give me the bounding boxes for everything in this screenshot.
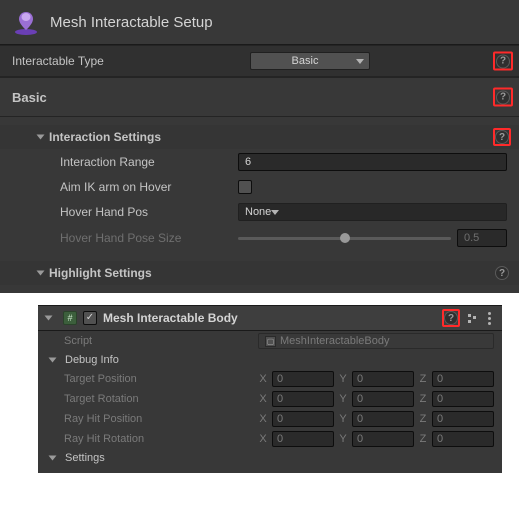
axis-z-label: Z <box>418 413 428 425</box>
foldout-arrow-icon <box>49 358 57 363</box>
help-button[interactable]: ? <box>493 128 511 146</box>
basic-section-title: Basic <box>12 90 47 105</box>
field-label: Ray Hit Rotation <box>64 433 252 445</box>
foldout-arrow-icon <box>37 271 45 276</box>
field-label: Ray Hit Position <box>64 413 252 425</box>
inspector-header: Mesh Interactable Setup <box>0 0 519 45</box>
axis-z-input[interactable]: 0 <box>432 411 494 427</box>
axis-x-input[interactable]: 0 <box>272 411 334 427</box>
axis-y-input[interactable]: 0 <box>352 411 414 427</box>
debug-info-foldout[interactable]: Debug Info <box>38 351 502 369</box>
script-reference-field: ▢ MeshInteractableBody <box>258 333 494 349</box>
aim-ik-label: Aim IK arm on Hover <box>60 180 171 194</box>
hover-pose-size-value[interactable]: 0.5 <box>457 229 507 247</box>
field-label: Target Rotation <box>64 393 252 405</box>
axis-y-label: Y <box>338 433 348 445</box>
interaction-range-label: Interaction Range <box>60 155 155 169</box>
axis-z-label: Z <box>418 433 428 445</box>
axis-y-input[interactable]: 0 <box>352 431 414 447</box>
axis-x-label: X <box>258 413 268 425</box>
script-label: Script <box>64 335 252 347</box>
axis-y-input[interactable]: 0 <box>352 391 414 407</box>
axis-z-input[interactable]: 0 <box>432 431 494 447</box>
mesh-logo-icon <box>12 8 40 36</box>
axis-x-input[interactable]: 0 <box>272 371 334 387</box>
axis-x-label: X <box>258 393 268 405</box>
interactable-type-dropdown[interactable]: Basic <box>250 52 370 70</box>
axis-x-input[interactable]: 0 <box>272 431 334 447</box>
interaction-settings-foldout[interactable]: Interaction Settings ? <box>0 125 519 149</box>
hover-pose-size-slider[interactable] <box>238 237 451 240</box>
foldout-arrow-icon <box>37 135 45 140</box>
hover-pose-size-label: Hover Hand Pose Size <box>60 231 181 245</box>
help-button[interactable]: ? <box>495 266 509 280</box>
hover-hand-pos-label: Hover Hand Pos <box>60 205 148 219</box>
component-title: Mesh Interactable Body <box>103 311 238 325</box>
axis-y-label: Y <box>338 373 348 385</box>
highlight-settings-foldout[interactable]: Highlight Settings ? <box>0 261 519 285</box>
foldout-arrow-icon <box>49 456 57 461</box>
preset-icon[interactable] <box>466 312 478 324</box>
help-button[interactable]: ? <box>493 88 513 107</box>
axis-z-label: Z <box>418 393 428 405</box>
vector3-row: Target RotationX0Y0Z0 <box>38 389 502 409</box>
axis-y-label: Y <box>338 413 348 425</box>
axis-x-label: X <box>258 373 268 385</box>
axis-z-input[interactable]: 0 <box>432 371 494 387</box>
help-button[interactable]: ? <box>442 309 460 327</box>
vector3-row: Ray Hit PositionX0Y0Z0 <box>38 409 502 429</box>
axis-x-input[interactable]: 0 <box>272 391 334 407</box>
interaction-range-input[interactable]: 6 <box>238 153 507 171</box>
axis-y-label: Y <box>338 393 348 405</box>
hover-hand-pos-field[interactable]: None <box>238 203 507 221</box>
help-button[interactable]: ? <box>493 52 513 71</box>
kebab-menu-icon[interactable] <box>484 312 494 325</box>
foldout-arrow-icon <box>45 316 53 321</box>
inspector-title: Mesh Interactable Setup <box>50 14 213 31</box>
axis-z-input[interactable]: 0 <box>432 391 494 407</box>
script-icon: # <box>63 311 77 325</box>
chevron-down-icon <box>356 55 364 67</box>
axis-z-label: Z <box>418 373 428 385</box>
interactable-type-row: Interactable Type Basic ? <box>0 45 519 77</box>
component-header[interactable]: # Mesh Interactable Body ? <box>38 305 502 331</box>
field-label: Target Position <box>64 373 252 385</box>
settings-foldout[interactable]: Settings <box>38 449 502 467</box>
component-enable-checkbox[interactable] <box>83 311 97 325</box>
chevron-down-icon <box>271 206 279 218</box>
interactable-type-label: Interactable Type <box>12 54 104 68</box>
aim-ik-checkbox[interactable] <box>238 180 252 194</box>
vector3-row: Target PositionX0Y0Z0 <box>38 369 502 389</box>
vector3-row: Ray Hit RotationX0Y0Z0 <box>38 429 502 449</box>
axis-x-label: X <box>258 433 268 445</box>
axis-y-input[interactable]: 0 <box>352 371 414 387</box>
